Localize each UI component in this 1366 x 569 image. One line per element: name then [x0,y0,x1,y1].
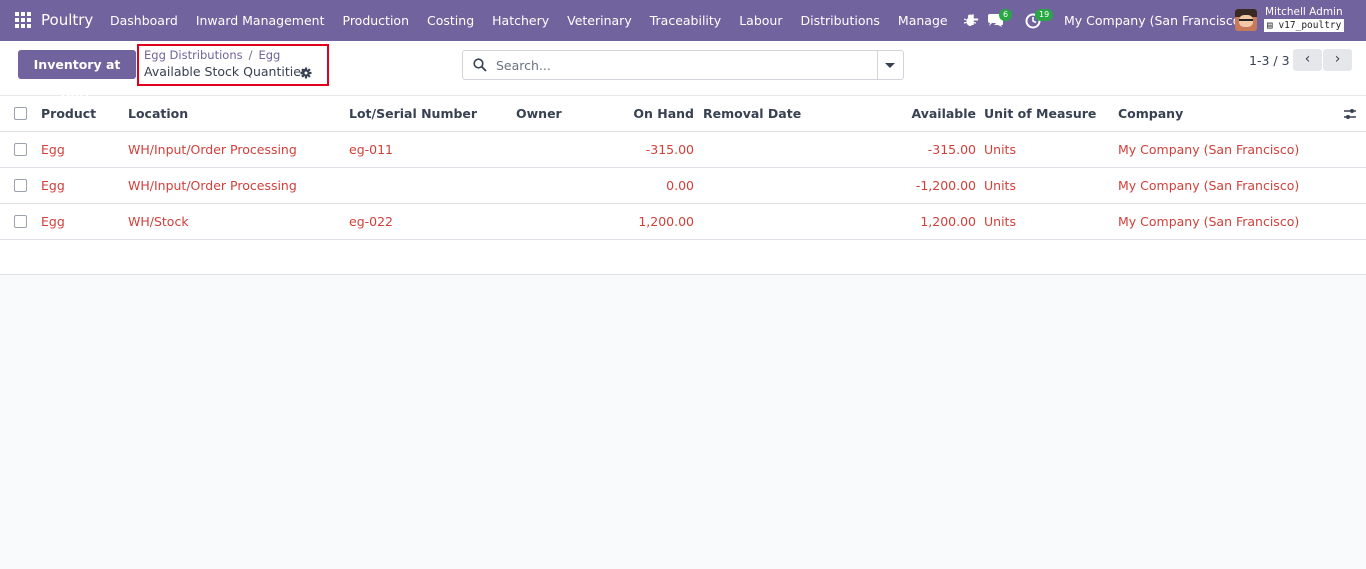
column-lot-serial[interactable]: Lot/Serial Number [349,96,477,131]
breadcrumb-egg[interactable]: Egg [258,48,280,62]
cell-on-hand: 1,200.00 [638,214,694,229]
cell-product: Egg [41,214,65,229]
column-available[interactable]: Available [911,96,976,131]
cell-location: WH/Input/Order Processing [128,178,297,193]
activity-count-badge: 19 [1035,9,1054,21]
cell-available: -1,200.00 [915,178,976,193]
cell-company: My Company (San Francisco) [1118,214,1300,229]
gear-icon[interactable] [300,67,312,79]
column-location[interactable]: Location [128,96,188,131]
main-menu: Dashboard Inward Management Production C… [101,0,989,41]
user-name[interactable]: Mitchell Admin [1265,6,1343,18]
cell-on-hand: 0.00 [666,178,694,193]
app-brand[interactable]: Poultry [41,11,93,29]
user-avatar[interactable] [1235,9,1257,31]
chat-count-badge: 6 [999,9,1013,21]
search-divider [877,51,878,79]
control-panel: Inventory at Date Egg Distributions / Egg … [0,41,1366,101]
row-checkbox[interactable] [14,143,27,156]
cell-location: WH/Input/Order Processing [128,142,297,157]
pager-previous-button[interactable]: ‹ [1293,49,1322,71]
inventory-at-date-button[interactable]: Inventory at Date [18,50,136,101]
column-owner[interactable]: Owner [516,96,562,131]
column-removal-date[interactable]: Removal Date [703,96,801,131]
table-row[interactable]: Egg WH/Input/Order Processing eg-011 -31… [0,132,1366,168]
stock-table: Product Location Lot/Serial Number Owner… [0,96,1366,275]
cell-product: Egg [41,178,65,193]
search-icon [473,58,487,72]
cell-uom: Units [984,214,1016,229]
column-settings-icon[interactable] [1343,107,1357,121]
row-checkbox[interactable] [14,215,27,228]
table-row[interactable]: Egg WH/Input/Order Processing 0.00 -1,20… [0,168,1366,204]
cell-available: 1,200.00 [920,214,976,229]
menu-manage[interactable]: Manage [889,0,957,41]
menu-costing[interactable]: Costing [418,0,483,41]
search-box [462,50,904,80]
cell-uom: Units [984,142,1016,157]
breadcrumb-separator: / [248,48,253,62]
column-company[interactable]: Company [1118,96,1183,131]
menu-veterinary[interactable]: Veterinary [558,0,641,41]
pager-next-button[interactable]: › [1323,49,1352,71]
cell-company: My Company (San Francisco) [1118,178,1300,193]
breadcrumb: Egg Distributions / Egg [144,48,280,62]
pager-value[interactable]: 1-3 / 3 [1249,53,1290,68]
column-product[interactable]: Product [41,96,96,131]
page-title: Available Stock Quantities [144,64,308,79]
top-navbar: Poultry Dashboard Inward Management Prod… [0,0,1366,41]
menu-traceability[interactable]: Traceability [641,0,730,41]
cell-product: Egg [41,142,65,157]
row-checkbox[interactable] [14,179,27,192]
database-name: v17_poultry [1278,20,1342,31]
company-switcher[interactable]: My Company (San Francisco) [1064,13,1245,28]
cell-company: My Company (San Francisco) [1118,142,1300,157]
cell-available: -315.00 [927,142,976,157]
cell-on-hand: -315.00 [645,142,694,157]
table-footer [0,240,1366,275]
select-all-checkbox[interactable] [14,107,27,120]
cell-location: WH/Stock [128,214,189,229]
menu-distributions[interactable]: Distributions [791,0,888,41]
cell-lot: eg-022 [349,214,393,229]
menu-inward-management[interactable]: Inward Management [187,0,334,41]
menu-production[interactable]: Production [334,0,419,41]
cell-uom: Units [984,178,1016,193]
database-icon: ▤ [1267,20,1279,31]
column-unit-of-measure[interactable]: Unit of Measure [984,96,1096,131]
menu-labour[interactable]: Labour [730,0,791,41]
chevron-down-icon[interactable] [885,63,895,68]
database-tag: ▤ v17_poultry [1264,19,1345,32]
column-on-hand[interactable]: On Hand [633,96,694,131]
apps-grid-icon[interactable] [15,12,31,28]
search-input[interactable] [496,52,876,78]
menu-hatchery[interactable]: Hatchery [483,0,558,41]
table-header: Product Location Lot/Serial Number Owner… [0,96,1366,132]
cell-lot: eg-011 [349,142,393,157]
menu-dashboard[interactable]: Dashboard [101,0,187,41]
bug-icon[interactable] [964,0,976,41]
breadcrumb-egg-distributions[interactable]: Egg Distributions [144,48,243,62]
table-row[interactable]: Egg WH/Stock eg-022 1,200.00 1,200.00 Un… [0,204,1366,240]
chat-icon[interactable] [987,0,1004,41]
